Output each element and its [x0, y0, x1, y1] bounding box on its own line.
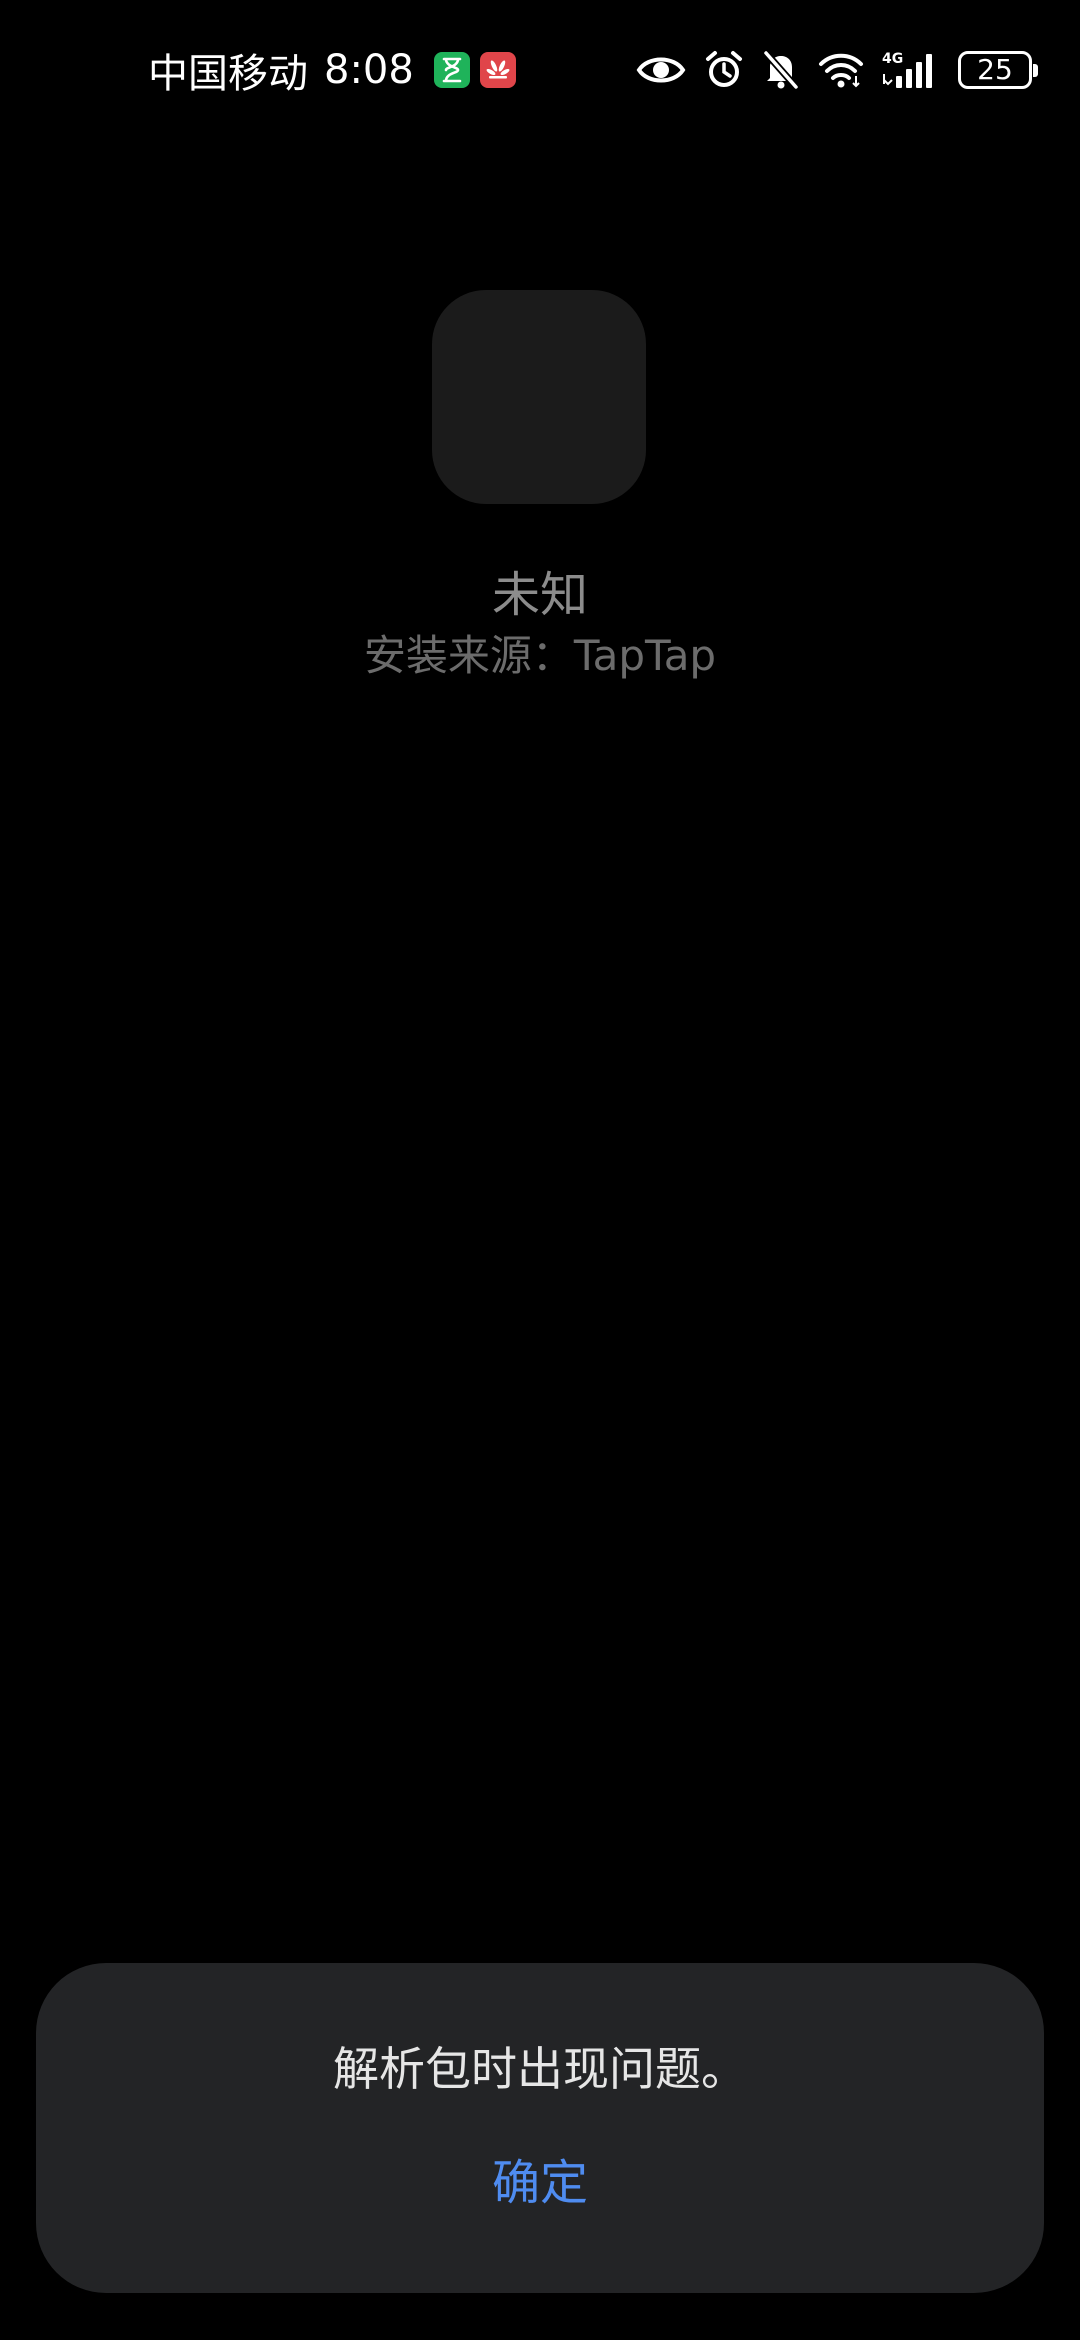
hourglass-icon — [433, 52, 470, 88]
mute-icon — [762, 50, 800, 90]
battery-indicator: 25 — [958, 51, 1038, 89]
signal-4g-icon: 4G — [882, 50, 940, 90]
dialog-message: 解析包时出现问题。 — [333, 2042, 747, 2096]
app-name: 未知 — [491, 567, 588, 623]
battery-level: 25 — [977, 53, 1013, 86]
status-bar: 中国移动 8:08 4G 25 — [0, 0, 1080, 140]
status-bar-right: 4G 25 — [636, 40, 1038, 100]
install-source: 安装来源：TapTap — [363, 631, 717, 680]
error-dialog: 解析包时出现问题。 确定 — [36, 1963, 1044, 2293]
huawei-icon — [479, 52, 516, 88]
app-icon-placeholder — [432, 290, 646, 504]
carrier-label: 中国移动 — [148, 51, 308, 97]
clock: 8:08 — [324, 47, 414, 93]
confirm-button[interactable]: 确定 — [440, 2133, 640, 2223]
eye-icon — [636, 53, 686, 87]
status-bar-left: 中国移动 8:08 — [148, 40, 516, 100]
wifi-icon — [818, 52, 864, 88]
network-type-label: 4G — [882, 51, 903, 67]
alarm-icon — [704, 50, 744, 90]
